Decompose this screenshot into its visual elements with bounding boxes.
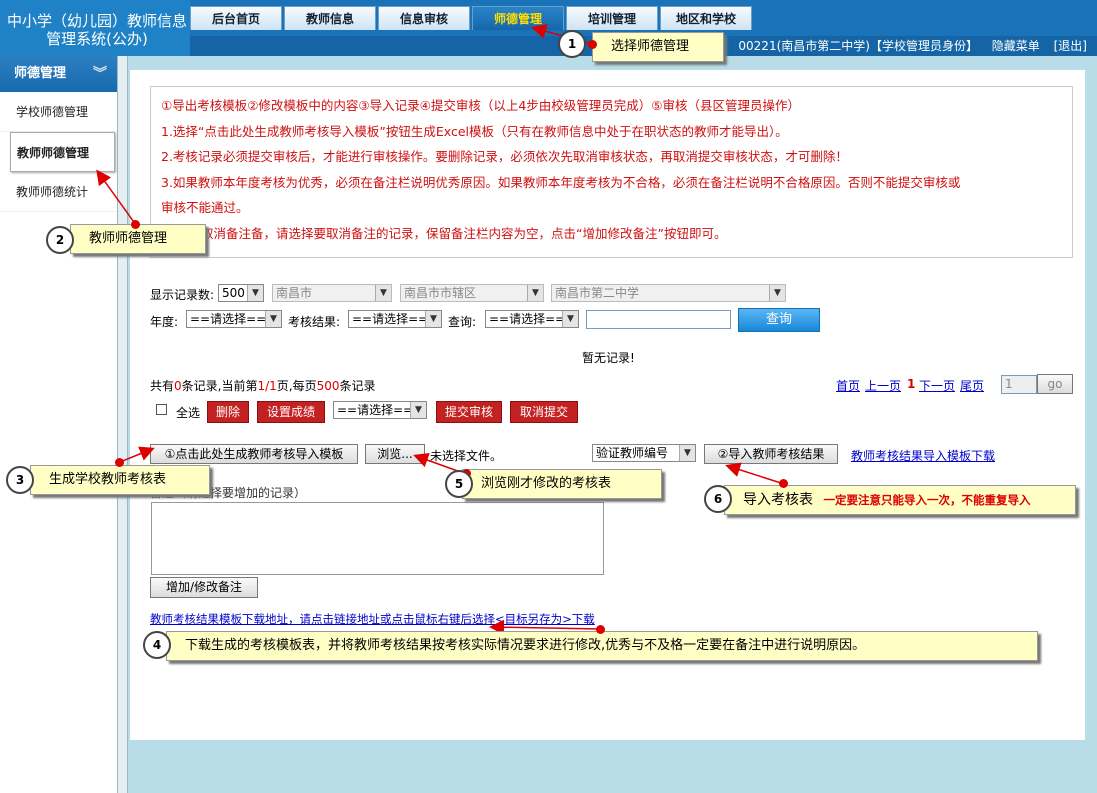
verify-teacher-select[interactable]: 验证教师编号 ▼ [592,444,696,462]
cancel-submit-button[interactable]: 取消提交 [510,401,578,423]
query-field-select[interactable]: ==请选择== ▼ [485,310,579,328]
callout-5: 浏览刚才修改的考核表 [462,469,662,499]
school-select: 南昌市第二中学 ▼ [551,284,786,302]
set-score-button[interactable]: 设置成绩 [257,401,325,423]
select-all-checkbox[interactable] [156,404,167,415]
sidebar-item-school-ethics[interactable]: 学校师德管理 [0,92,117,132]
result-select[interactable]: ==请选择== ▼ [348,310,442,328]
dropdown-arrow-icon: ▼ [265,311,281,327]
dropdown-arrow-icon: ▼ [410,402,426,418]
download-template-link[interactable]: 教师考核结果导入模板下载 [851,447,995,464]
empty-text: 暂无记录! [582,351,635,365]
tab-teacher-info[interactable]: 教师信息 [284,6,376,30]
callout-number: 6 [704,485,732,513]
notice-line: 1.选择“点击此处生成教师考核导入模板”按钮生成Excel模板（只有在教师信息中… [161,123,788,139]
dropdown-arrow-icon: ▼ [425,311,441,327]
prev-page-link[interactable]: 上一页 [865,377,901,394]
notice-line: 审核不能通过。 [161,200,249,215]
current-page: 1 [907,377,916,391]
callout-pointer-dot [115,458,124,467]
callout-6: 导入考核表 一定要注意只能导入一次，不能重复导入 [724,485,1076,515]
sidebar: 师德管理 ︾ 学校师德管理 教师师德管理 教师师德统计 [0,56,118,793]
callout-number: 4 [143,631,171,659]
records-label: 显示记录数: [150,288,215,302]
select-all-label: 全选 [176,406,201,420]
dropdown-arrow-icon: ▼ [769,285,785,301]
dropdown-arrow-icon: ▼ [247,285,263,301]
app-logo: 中小学（幼儿园）教师信息管理系统(公办) [0,0,190,56]
notice-line: 2.考核记录必须提交审核后，才能进行审核操作。要删除记录，必须依次先取消审核状态… [161,149,848,164]
year-select[interactable]: ==请选择== ▼ [186,310,282,328]
add-remark-button[interactable]: 增加/修改备注 [150,577,258,598]
sidebar-title: 师德管理 ︾ [0,56,117,92]
callout-4: 下载生成的考核模板表，并将教师考核结果按考核实际情况要求进行修改,优秀与不及格一… [166,631,1038,661]
notice-line: 3.如果教师本年度考核为优秀，必须在备注栏说明优秀原因。如果教师本年度考核为不合… [161,174,961,190]
notice-line: ①导出考核模板②修改模板中的内容③导入记录④提交审核（以上4步由校级管理员完成）… [161,98,800,113]
dropdown-arrow-icon: ▼ [679,445,695,461]
records-per-page-select[interactable]: 500 ▼ [218,284,264,302]
callout-pointer-dot [588,40,597,49]
collapse-chevron-icon[interactable]: ︾ [93,56,107,92]
import-results-button[interactable]: ②导入教师考核结果 [704,444,838,464]
dropdown-arrow-icon: ▼ [527,285,543,301]
query-label: 查询: [448,315,477,329]
sidebar-splitter[interactable] [118,56,128,793]
callout-number: 5 [445,470,473,498]
remark-textarea[interactable] [151,502,604,575]
logout-link[interactable]: [退出] [1054,39,1087,53]
tab-ethics-management[interactable]: 师德管理 [472,6,564,30]
first-page-link[interactable]: 首页 [836,377,860,394]
page-number-input[interactable]: 1 [1001,375,1037,394]
next-page-link[interactable]: 下一页 [919,377,955,394]
search-button[interactable]: 查询 [738,308,820,332]
go-button[interactable]: go [1037,374,1073,394]
last-page-link[interactable]: 尾页 [960,377,984,394]
tab-region-school[interactable]: 地区和学校 [660,6,752,30]
callout-pointer-dot [779,479,788,488]
download-hint-link[interactable]: 教师考核结果模板下载地址，请点击链接地址或点击鼠标右键后选择<目标另存为>下载 [150,611,595,627]
district-select: 南昌市市辖区 ▼ [400,284,544,302]
sidebar-item-ethics-stats[interactable]: 教师师德统计 [0,172,117,212]
no-file-text: 未选择文件。 [430,449,503,463]
callout-number: 2 [46,226,74,254]
callout-number: 3 [6,466,34,494]
result-label: 考核结果: [288,315,341,329]
generate-template-button[interactable]: ①点击此处生成教师考核导入模板 [150,444,358,464]
callout-pointer-dot [131,220,140,229]
callout-number: 1 [558,30,586,58]
notice-box: ①导出考核模板②修改模板中的内容③导入记录④提交审核（以上4步由校级管理员完成）… [150,86,1073,258]
submit-review-button[interactable]: 提交审核 [436,401,502,423]
browse-button[interactable]: 浏览... [365,444,425,464]
tab-training-management[interactable]: 培训管理 [566,6,658,30]
bulk-action-select[interactable]: ==请选择== ▼ [333,401,427,419]
notice-line: 取消备注备，请选择要取消备注的记录，保留备注栏内容为空，点击“增加修改备注”按钮… [201,225,727,241]
delete-button[interactable]: 删除 [207,401,249,423]
dropdown-arrow-icon: ▼ [375,285,391,301]
year-label: 年度: [150,315,179,329]
callout-1: 选择师德管理 [592,32,724,62]
tab-info-review[interactable]: 信息审核 [378,6,470,30]
callout-2: 教师师德管理 [70,224,206,254]
hide-menu-link[interactable]: 隐藏菜单 [992,39,1040,53]
pagination-summary: 共有0条记录,当前第1/1页,每页500条记录 [150,379,376,393]
callout-3: 生成学校教师考核表 [30,465,210,495]
user-info-text: 00221(南昌市第二中学)【学校管理员身份】 [738,39,978,53]
header-bar: 中小学（幼儿园）教师信息管理系统(公办) 后台首页 教师信息 信息审核 师德管理… [0,0,1097,56]
sidebar-item-teacher-ethics[interactable]: 教师师德管理 [10,132,115,172]
callout-pointer-dot [596,625,605,634]
city-select: 南昌市 ▼ [272,284,392,302]
tab-home[interactable]: 后台首页 [190,6,282,30]
dropdown-arrow-icon: ▼ [562,311,578,327]
query-input[interactable] [586,310,731,329]
